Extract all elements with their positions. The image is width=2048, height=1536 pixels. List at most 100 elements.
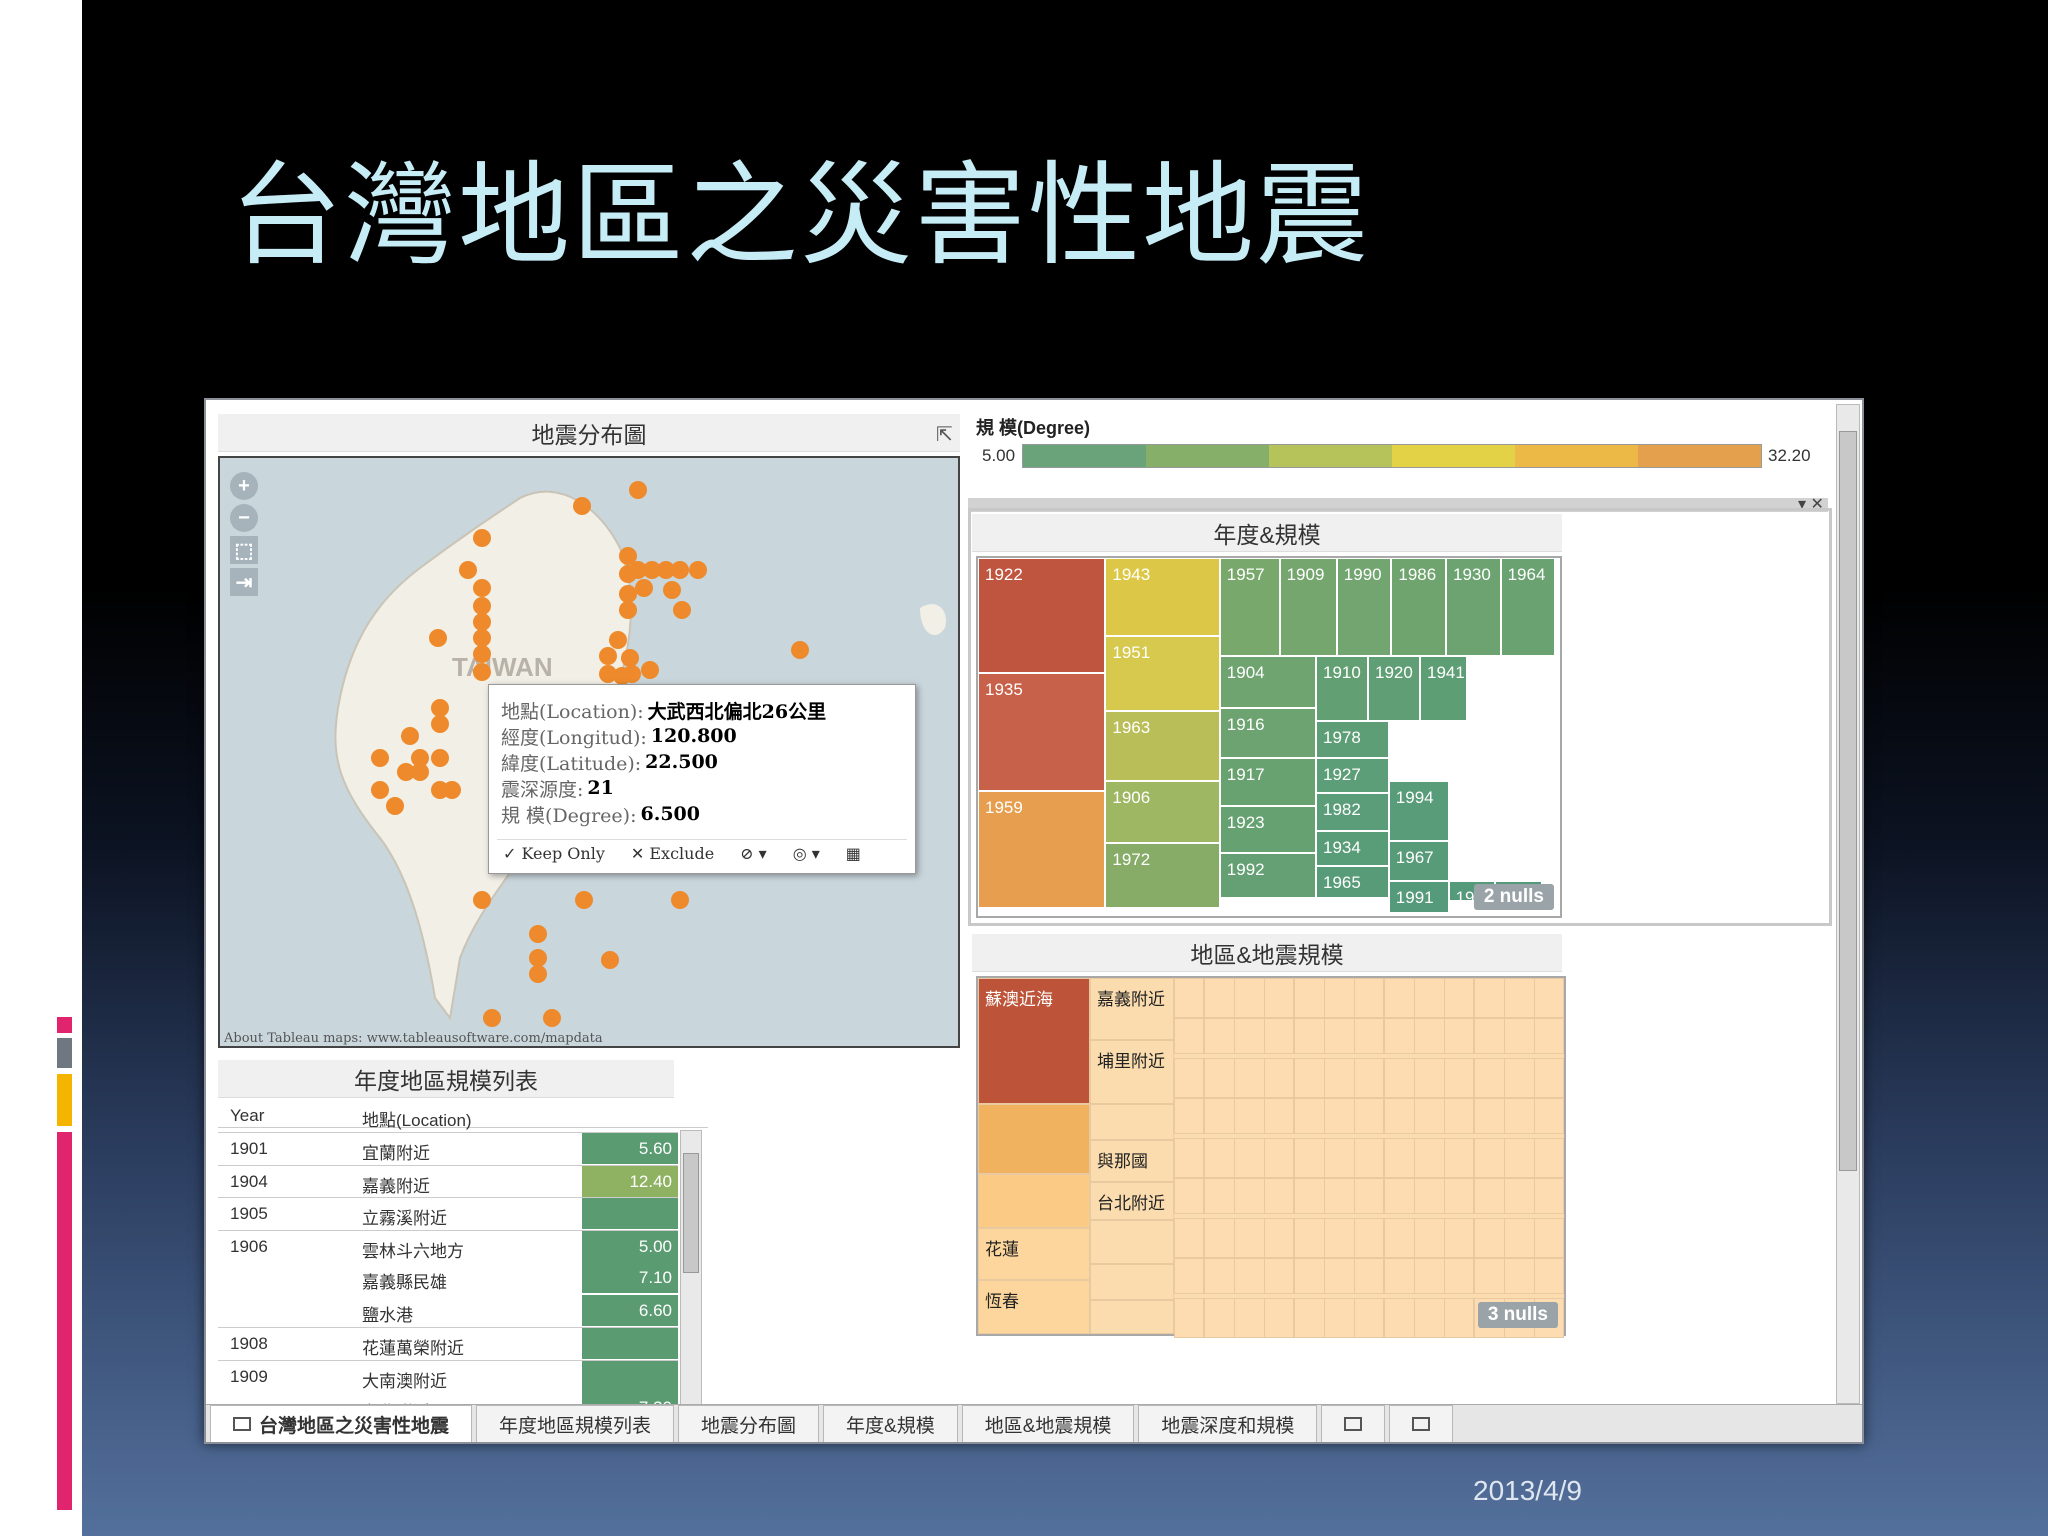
- treemap-year-cell[interactable]: 1941: [1420, 655, 1467, 721]
- treemap-region-cell[interactable]: [1444, 1018, 1474, 1054]
- treemap-region-cell[interactable]: [1534, 1098, 1564, 1134]
- treemap-region-cell[interactable]: [1414, 978, 1448, 1018]
- treemap-region-cell[interactable]: [1234, 1098, 1268, 1134]
- treemap-region-cell[interactable]: [1534, 1218, 1564, 1258]
- treemap-region-cell[interactable]: [1264, 1058, 1294, 1098]
- treemap-region-cell[interactable]: [1324, 1178, 1358, 1214]
- treemap-region-cell[interactable]: [1090, 1104, 1174, 1140]
- treemap-region-cell[interactable]: [1504, 1258, 1538, 1294]
- treemap-region-cell[interactable]: [1384, 1018, 1416, 1054]
- treemap-region-cell[interactable]: [1384, 1058, 1416, 1098]
- table-row[interactable]: 1901 宜蘭附近 5.60: [218, 1132, 678, 1164]
- treemap-region-cell[interactable]: [1354, 1298, 1384, 1338]
- treemap-region-cell[interactable]: [1354, 1258, 1384, 1294]
- map-attribution[interactable]: About Tableau maps: www.tableausoftware.…: [224, 1031, 603, 1046]
- nulls-indicator[interactable]: 3 nulls: [1477, 1302, 1558, 1328]
- treemap-year-cell[interactable]: 1967: [1388, 840, 1449, 881]
- treemap-region-cell[interactable]: [1324, 1018, 1358, 1054]
- exclude-button[interactable]: ✕ Exclude: [631, 844, 714, 863]
- treemap-region-cell[interactable]: [1354, 1138, 1384, 1178]
- treemap-region-cell[interactable]: [1234, 1258, 1268, 1294]
- treemap-region-cell[interactable]: [1444, 1058, 1474, 1098]
- treemap-year-cell[interactable]: 1992: [1219, 853, 1316, 898]
- treemap-year-cell[interactable]: 1906: [1105, 780, 1220, 843]
- sheet-tab[interactable]: 地震深度和規模: [1138, 1405, 1318, 1442]
- treemap-region-cell[interactable]: [1204, 1138, 1236, 1178]
- treemap-region-cell[interactable]: [1474, 978, 1506, 1018]
- treemap-region[interactable]: 蘇澳近海 花蓮 恆春 嘉義附近 埔里附近 與那國 台北附近 3 nulls: [976, 976, 1566, 1338]
- set-icon[interactable]: ◎ ▾: [793, 844, 820, 863]
- treemap-region-cell[interactable]: [1474, 1018, 1506, 1054]
- treemap-region-cell[interactable]: [1354, 1058, 1384, 1098]
- view-data-icon[interactable]: ▦: [846, 844, 861, 863]
- treemap-region-cell[interactable]: [1234, 1298, 1268, 1338]
- treemap-year[interactable]: 1922 1935 1959 1943 1951 1963 1906 1972 1957 1909…: [976, 556, 1562, 918]
- treemap-year-cell[interactable]: 1963: [1105, 710, 1220, 781]
- table-row[interactable]: 1906 雲林斗六地方 5.00: [218, 1229, 678, 1262]
- zoom-in-icon[interactable]: +: [230, 472, 258, 500]
- treemap-region-cell[interactable]: [1174, 1178, 1204, 1214]
- treemap-year-cell[interactable]: 1923: [1219, 805, 1316, 853]
- treemap-region-cell[interactable]: [1234, 1018, 1268, 1054]
- treemap-region-cell[interactable]: [1504, 1018, 1538, 1054]
- treemap-region-cell[interactable]: [1324, 1098, 1358, 1134]
- treemap-year-cell[interactable]: 1910: [1316, 655, 1368, 721]
- treemap-region-cell[interactable]: [1234, 1138, 1268, 1178]
- treemap-region-cell[interactable]: 花蓮: [978, 1228, 1090, 1280]
- group-icon[interactable]: ⊘ ▾: [740, 844, 767, 863]
- treemap-region-cell[interactable]: [1324, 1218, 1358, 1258]
- treemap-region-cell[interactable]: [1354, 1218, 1384, 1258]
- treemap-region-cell[interactable]: [1414, 1098, 1448, 1134]
- treemap-region-cell[interactable]: [1354, 1178, 1384, 1214]
- treemap-region-cell[interactable]: [1174, 1058, 1204, 1098]
- treemap-region-cell[interactable]: [1324, 1298, 1358, 1338]
- color-legend-bar[interactable]: [1022, 444, 1762, 468]
- treemap-region-cell[interactable]: [1384, 1098, 1416, 1134]
- treemap-region-cell[interactable]: [1504, 1218, 1538, 1258]
- treemap-region-cell[interactable]: [1414, 1178, 1448, 1214]
- treemap-region-cell[interactable]: [1444, 1298, 1474, 1338]
- treemap-region-cell[interactable]: [1504, 1058, 1538, 1098]
- treemap-year-cell[interactable]: 1920: [1368, 655, 1420, 721]
- treemap-region-cell[interactable]: [1354, 978, 1384, 1018]
- treemap-region-cell[interactable]: [1354, 1018, 1384, 1054]
- treemap-year-cell[interactable]: 1990: [1336, 558, 1392, 656]
- treemap-region-cell[interactable]: [1384, 1218, 1416, 1258]
- treemap-region-cell[interactable]: [1444, 1258, 1474, 1294]
- treemap-region-cell[interactable]: 恆春: [978, 1280, 1090, 1334]
- treemap-region-cell[interactable]: [1294, 1298, 1326, 1338]
- sheet-tab[interactable]: 台灣地區之災害性地震: [210, 1405, 473, 1442]
- treemap-region-cell[interactable]: [1204, 1178, 1236, 1214]
- treemap-region-cell[interactable]: [1414, 1018, 1448, 1054]
- treemap-year-cell[interactable]: 1994: [1388, 780, 1449, 841]
- treemap-region-cell[interactable]: [1234, 978, 1268, 1018]
- treemap-region-cell[interactable]: [1090, 1264, 1174, 1300]
- table-row[interactable]: 1909 大南澳附近: [218, 1359, 678, 1392]
- treemap-year-cell[interactable]: 1972: [1105, 843, 1220, 908]
- treemap-region-cell[interactable]: [1534, 1178, 1564, 1214]
- treemap-region-cell[interactable]: [1534, 1138, 1564, 1178]
- treemap-year-cell[interactable]: 1917: [1219, 758, 1316, 806]
- treemap-year-cell[interactable]: 1982: [1316, 793, 1389, 831]
- treemap-region-cell[interactable]: [1414, 1258, 1448, 1294]
- sheet-tab[interactable]: 年度&規模: [823, 1405, 958, 1442]
- treemap-region-cell[interactable]: 台北附近: [1090, 1182, 1174, 1220]
- treemap-region-cell[interactable]: [1174, 1218, 1204, 1258]
- treemap-region-cell[interactable]: [1234, 1058, 1268, 1098]
- treemap-region-cell[interactable]: [1534, 1258, 1564, 1294]
- treemap-region-cell[interactable]: [1234, 1178, 1268, 1214]
- treemap-region-cell[interactable]: [1504, 1138, 1538, 1178]
- treemap-region-cell[interactable]: [1324, 1058, 1358, 1098]
- treemap-region-cell[interactable]: [1384, 1138, 1416, 1178]
- treemap-region-cell[interactable]: 埔里附近: [1090, 1040, 1174, 1104]
- popout-icon[interactable]: ⇱: [936, 422, 953, 447]
- treemap-region-cell[interactable]: [1204, 1218, 1236, 1258]
- treemap-region-cell[interactable]: [1384, 978, 1416, 1018]
- treemap-region-cell[interactable]: [1204, 1098, 1236, 1134]
- zoom-out-icon[interactable]: −: [230, 504, 258, 532]
- treemap-year-cell[interactable]: 1922: [978, 558, 1106, 673]
- treemap-region-cell[interactable]: [1294, 1178, 1326, 1214]
- treemap-region-cell[interactable]: [1444, 1098, 1474, 1134]
- treemap-region-cell[interactable]: [1354, 1098, 1384, 1134]
- treemap-region-cell[interactable]: [1294, 1218, 1326, 1258]
